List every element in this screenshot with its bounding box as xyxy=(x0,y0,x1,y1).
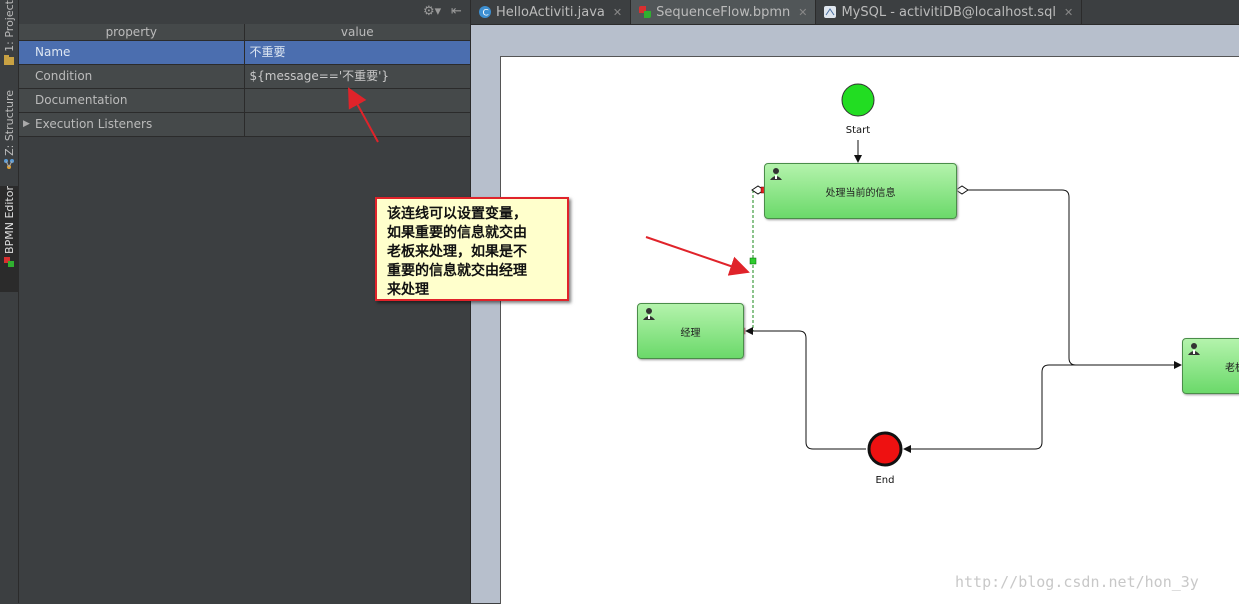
end-label: End xyxy=(875,475,895,486)
task-label: 老板 xyxy=(1225,362,1239,374)
start-event[interactable] xyxy=(841,83,875,117)
task-label: 经理 xyxy=(680,327,701,339)
annotation-callout: 该连线可以设置变量， 如果重要的信息就交由 老板来处理，如果是不 重要的信息就交… xyxy=(375,197,569,301)
annotation-arrow-condition xyxy=(348,87,379,143)
task-boss[interactable]: 老板 xyxy=(1182,338,1239,394)
callout-line: 来处理 xyxy=(387,282,429,298)
user-task-icon xyxy=(770,168,782,180)
task-process-current-info[interactable]: 处理当前的信息 xyxy=(764,163,957,219)
callout-line: 重要的信息就交由经理 xyxy=(387,263,527,279)
annotation-arrow-flow xyxy=(645,236,750,276)
user-task-icon xyxy=(643,308,655,320)
selection-handle[interactable] xyxy=(749,257,757,265)
callout-line: 老板来处理，如果是不 xyxy=(387,244,527,260)
flow-start-diamond xyxy=(955,185,969,195)
callout-line: 如果重要的信息就交由 xyxy=(387,225,527,241)
task-manager[interactable]: 经理 xyxy=(637,303,744,359)
end-event[interactable] xyxy=(867,431,903,467)
flow-to-boss[interactable] xyxy=(962,189,1182,369)
diagram-edges xyxy=(348,83,1182,467)
callout-line: 该连线可以设置变量， xyxy=(387,206,527,222)
flow-boss-to-end[interactable] xyxy=(903,364,1181,453)
task-label: 处理当前的信息 xyxy=(825,187,896,199)
watermark: http://blog.csdn.net/hon_3y xyxy=(955,573,1199,591)
user-task-icon xyxy=(1188,343,1200,355)
start-label: Start xyxy=(845,125,871,136)
flow-end-to-manager[interactable] xyxy=(745,327,866,450)
